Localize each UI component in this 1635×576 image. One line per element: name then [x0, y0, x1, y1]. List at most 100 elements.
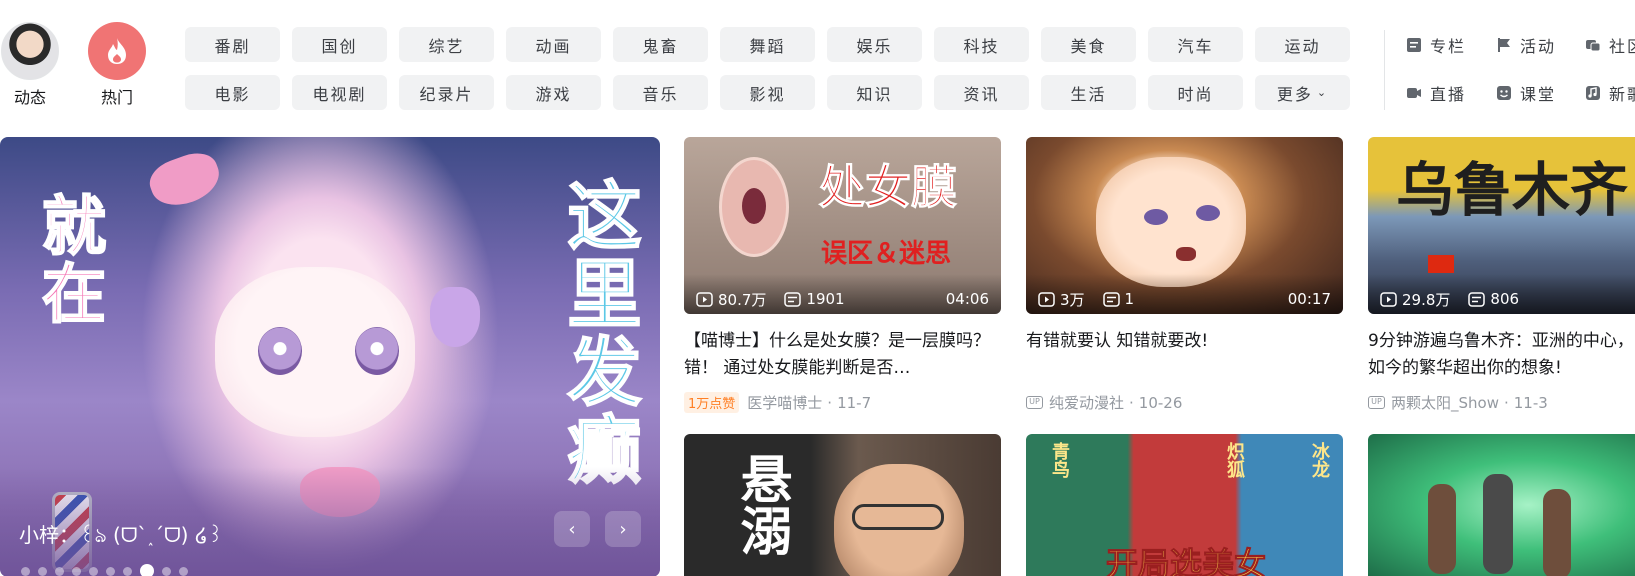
video-stats: 3万 1 00:17	[1026, 274, 1343, 314]
chevron-right-icon: ›	[619, 518, 627, 540]
channel-grid: 番剧 国创 综艺 动画 鬼畜 舞蹈 娱乐 科技 美食 汽车 运动 电影 电视剧 …	[185, 27, 1350, 110]
upload-date: 10-26	[1138, 393, 1183, 412]
video-card[interactable]: 处女膜 误区＆迷思 80.7万 1901 04:06 【喵博士】什么是处女膜？是…	[684, 137, 1001, 413]
hot-entry[interactable]: 热门	[87, 0, 147, 108]
meta-separator: ·	[1503, 393, 1509, 412]
carousel-dot[interactable]	[123, 567, 132, 576]
hot-label: 热门	[100, 88, 133, 107]
video-thumbnail[interactable]: 悬溺	[684, 434, 1001, 576]
view-count: 3万	[1060, 290, 1085, 309]
like-badge: 1万点赞	[684, 392, 740, 413]
thumbnail-tag: 炽狐	[1224, 442, 1245, 478]
shortcut-community[interactable]: 社区中心	[1585, 27, 1635, 62]
banner-art	[355, 327, 399, 375]
channel-chip[interactable]: 鬼畜	[613, 27, 708, 62]
view-count: 29.8万	[1402, 290, 1451, 309]
upload-date: 11-3	[1513, 393, 1548, 412]
carousel-dot[interactable]	[72, 567, 81, 576]
shortcut-live[interactable]: 直播	[1405, 75, 1495, 110]
channel-chip[interactable]: 纪录片	[399, 75, 494, 110]
video-duration: 00:17	[1287, 290, 1331, 308]
channel-chip[interactable]: 综艺	[399, 27, 494, 62]
video-thumbnail[interactable]: 处女膜 误区＆迷思 80.7万 1901 04:06	[684, 137, 1001, 314]
channel-chip[interactable]: 运动	[1255, 27, 1350, 62]
channel-chip[interactable]: 娱乐	[827, 27, 922, 62]
community-icon	[1585, 36, 1601, 53]
carousel-dot[interactable]	[140, 564, 154, 576]
channel-chip[interactable]: 时尚	[1148, 75, 1243, 110]
shortcut-classroom[interactable]: 课堂	[1495, 75, 1585, 110]
meta-separator: ·	[1129, 393, 1134, 412]
carousel-dot[interactable]	[38, 567, 47, 576]
thumbnail-tag: 青鸟	[1049, 442, 1070, 478]
video-duration: 04:06	[945, 290, 989, 308]
play-count-icon	[696, 291, 713, 307]
thumbnail-art	[1176, 247, 1196, 261]
shortcut-music[interactable]: 新歌热榜	[1585, 75, 1635, 110]
video-thumbnail[interactable]	[1368, 434, 1635, 576]
channel-chip[interactable]: 汽车	[1148, 27, 1243, 62]
banner-left-text: 就在	[30, 191, 106, 329]
chevron-left-icon: ‹	[568, 518, 576, 540]
channel-chip[interactable]: 番剧	[185, 27, 280, 62]
author-name[interactable]: 医学喵博士	[747, 392, 822, 413]
author-name[interactable]: 纯爱动漫社	[1049, 392, 1124, 413]
video-title[interactable]: 有错就要认 知错就要改!	[1026, 328, 1343, 382]
channel-chip[interactable]: 影视	[720, 75, 815, 110]
channel-chip[interactable]: 电视剧	[292, 75, 387, 110]
carousel-dot[interactable]	[179, 567, 188, 576]
shortcut-article[interactable]: 专栏	[1405, 27, 1495, 62]
channel-chip[interactable]: 游戏	[506, 75, 601, 110]
channel-chip[interactable]: 美食	[1041, 27, 1136, 62]
up-icon: UP	[1368, 396, 1385, 409]
channel-chip[interactable]: 音乐	[613, 75, 708, 110]
play-count-icon	[1038, 291, 1055, 307]
upload-date: 11-7	[837, 393, 872, 412]
video-thumbnail[interactable]: 3万 1 00:17	[1026, 137, 1343, 314]
channel-chip[interactable]: 生活	[1041, 75, 1136, 110]
thumbnail-title: 处女膜	[819, 160, 958, 215]
video-thumbnail[interactable]: 青鸟 炽狐 冰龙 开局选美女	[1026, 434, 1343, 576]
danmaku-count: 1	[1124, 290, 1135, 308]
thumbnail-art	[1428, 484, 1456, 574]
dynamic-entry[interactable]: 动态	[0, 0, 60, 108]
carousel-prev-button[interactable]: ‹	[554, 511, 590, 547]
channel-chip[interactable]: 舞蹈	[720, 27, 815, 62]
shortcut-activity[interactable]: 活动	[1495, 27, 1585, 62]
danmaku-icon	[1468, 291, 1486, 307]
channel-chip[interactable]: 动画	[506, 27, 601, 62]
channel-chip[interactable]: 国创	[292, 27, 387, 62]
carousel-dot[interactable]	[106, 567, 115, 576]
video-stats: 29.8万 806	[1368, 274, 1635, 314]
more-channels-button[interactable]: 更多 ⌄	[1255, 75, 1350, 110]
carousel-dot[interactable]	[162, 567, 171, 576]
more-label: 更多	[1276, 84, 1313, 104]
danmaku-icon	[784, 291, 802, 307]
flame-icon[interactable]	[88, 22, 146, 80]
thumbnail-art	[1096, 157, 1246, 287]
danmaku-icon	[1102, 291, 1120, 307]
carousel-dot[interactable]	[21, 567, 30, 576]
video-thumbnail[interactable]: 乌鲁木齐 29.8万 806	[1368, 137, 1635, 314]
avatar[interactable]	[1, 22, 59, 80]
video-card[interactable]: 乌鲁木齐 29.8万 806 9分钟游遍乌鲁木齐：亚洲的中心，如今的繁华超出你的…	[1368, 137, 1635, 413]
video-title[interactable]: 9分钟游遍乌鲁木齐：亚洲的中心，如今的繁华超出你的想象!	[1368, 328, 1635, 382]
banner-carousel[interactable]: 就在 这里发癫 小梓：꒰ঌ (ᗜ`˰´ᗜ) ໒꒱ ‹ ›	[0, 137, 660, 576]
carousel-dot[interactable]	[55, 567, 64, 576]
danmaku-count: 806	[1490, 290, 1520, 308]
video-title[interactable]: 【喵博士】什么是处女膜？是一层膜吗？错！ 通过处女膜能判断是否…	[684, 328, 1001, 382]
carousel-next-button[interactable]: ›	[605, 511, 641, 547]
channel-chip[interactable]: 资讯	[934, 75, 1029, 110]
shortcut-label: 活动	[1520, 36, 1557, 56]
banner-caption[interactable]: 小梓：꒰ঌ (ᗜ`˰´ᗜ) ໒꒱	[19, 519, 223, 554]
meta-separator: ·	[827, 393, 833, 412]
thumbnail-art	[1543, 489, 1571, 576]
up-icon: UP	[1026, 396, 1043, 409]
video-card[interactable]: 3万 1 00:17 有错就要认 知错就要改! UP 纯爱动漫社 · 10-26	[1026, 137, 1343, 413]
channel-chip[interactable]: 电影	[185, 75, 280, 110]
author-name[interactable]: 两颗太阳_Show	[1391, 392, 1499, 413]
channel-chip[interactable]: 科技	[934, 27, 1029, 62]
carousel-dot[interactable]	[89, 567, 98, 576]
channel-chip[interactable]: 知识	[827, 75, 922, 110]
live-icon	[1405, 84, 1422, 101]
